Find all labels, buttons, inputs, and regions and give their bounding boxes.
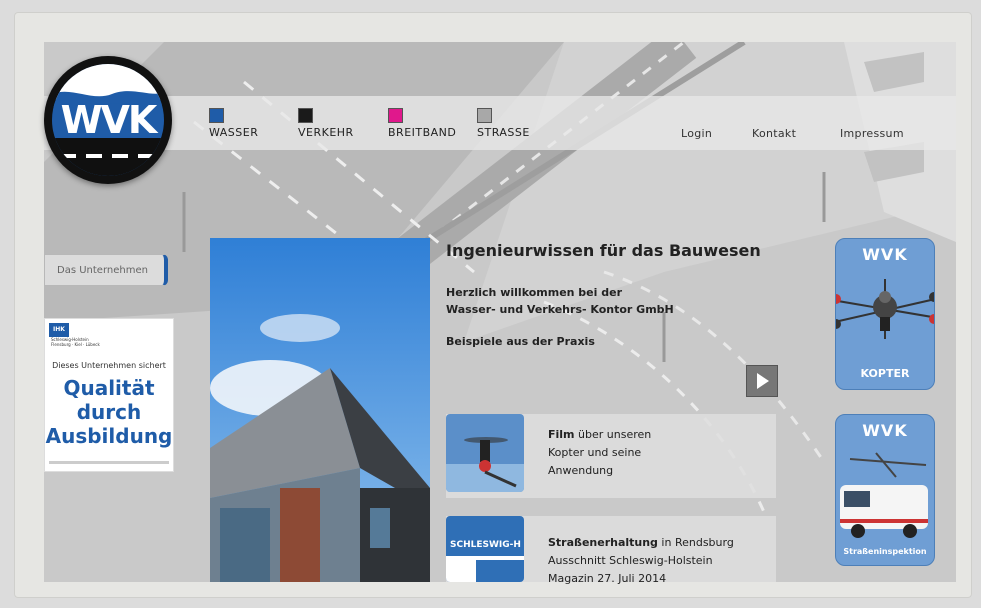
impressum-link[interactable]: Impressum	[840, 127, 904, 140]
ihk-ausbildung-badge[interactable]: IHK Schleswig-Holstein Flensburg · Kiel …	[44, 318, 174, 472]
nav-label: VERKEHR	[298, 126, 354, 139]
page-headline: Ingenieurwissen für das Bauwesen	[446, 241, 761, 260]
kopter-film-thumbnail	[446, 414, 524, 492]
play-icon	[757, 373, 769, 389]
ihk-slogan-line: Qualität	[63, 376, 155, 400]
card-title-rest: über unseren	[574, 428, 652, 441]
card-strassenerhaltung[interactable]: SCHLESWIG-H Straßenerhaltung in Rendsbur…	[446, 516, 776, 584]
card-title: Film	[548, 428, 575, 441]
ihk-logo: IHK	[49, 323, 69, 337]
card-line: Ausschnitt Schleswig-Holstein	[548, 554, 713, 567]
inspection-van-icon	[840, 452, 928, 538]
hero-image-building	[210, 238, 430, 582]
nav-item-breitband[interactable]: BREITBAND	[388, 108, 456, 139]
magazine-title: SCHLESWIG-H	[450, 540, 521, 550]
verkehr-color-square	[298, 108, 313, 123]
intro-line: Wasser- und Verkehrs- Kontor GmbH	[446, 303, 674, 316]
card-title: Straßenerhaltung	[548, 536, 658, 549]
nav-item-verkehr[interactable]: VERKEHR	[298, 108, 354, 139]
card-film-kopter[interactable]: Film über unseren Kopter und seine Anwen…	[446, 414, 776, 498]
breitband-color-square	[388, 108, 403, 123]
ihk-slogan-line: durch	[76, 400, 142, 424]
card-line: Magazin 27. Juli 2014	[548, 572, 667, 584]
intro-text: Herzlich willkommen bei der Wasser- und …	[446, 284, 674, 318]
wasser-color-square	[209, 108, 224, 123]
card-line: Kopter und seine	[548, 446, 642, 459]
play-button[interactable]	[746, 365, 778, 397]
logo-text: WVK	[60, 98, 158, 142]
sidebar-tab-unternehmen[interactable]: Das Unternehmen	[44, 254, 168, 286]
examples-heading: Beispiele aus der Praxis	[446, 335, 595, 348]
strasse-color-square	[477, 108, 492, 123]
ihk-header: IHK Schleswig-Holstein Flensburg · Kiel …	[49, 323, 111, 347]
nav-label: WASSER	[209, 126, 259, 139]
building-photo	[210, 238, 430, 582]
kontakt-link[interactable]: Kontakt	[752, 127, 796, 140]
card-text: Straßenerhaltung in Rendsburg Ausschnitt…	[548, 534, 734, 584]
nav-item-strasse[interactable]: STRASSE	[477, 108, 530, 139]
wvk-logo[interactable]: WVK	[44, 56, 172, 184]
ihk-slogan: Qualität durch Ausbildung	[45, 376, 173, 448]
nav-label: STRASSE	[477, 126, 530, 139]
card-line: Anwendung	[548, 464, 614, 477]
nav-label: BREITBAND	[388, 126, 457, 139]
intro-line: Herzlich willkommen bei der	[446, 286, 623, 299]
card-text: Film über unseren Kopter und seine Anwen…	[548, 426, 651, 480]
ihk-slogan-line: Ausbildung	[45, 424, 173, 448]
sidebox-kopter[interactable]: WVK KOPTER	[835, 238, 935, 390]
login-link[interactable]: Login	[681, 127, 712, 140]
sidebox-strasseninspektion[interactable]: WVK Straßeninspektion	[835, 414, 935, 566]
ihk-footer-line	[49, 461, 169, 464]
nav-item-wasser[interactable]: WASSER	[209, 108, 258, 139]
ihk-subtitle: Dieses Unternehmen sichert	[52, 361, 166, 370]
sidebox-label: Straßeninspektion	[843, 547, 927, 556]
ihk-cities: Flensburg · Kiel · Lübeck	[51, 342, 100, 347]
card-title-rest: in Rendsburg	[657, 536, 734, 549]
sidebox-label: KOPTER	[860, 367, 910, 380]
magazine-thumbnail: SCHLESWIG-H	[446, 516, 524, 582]
